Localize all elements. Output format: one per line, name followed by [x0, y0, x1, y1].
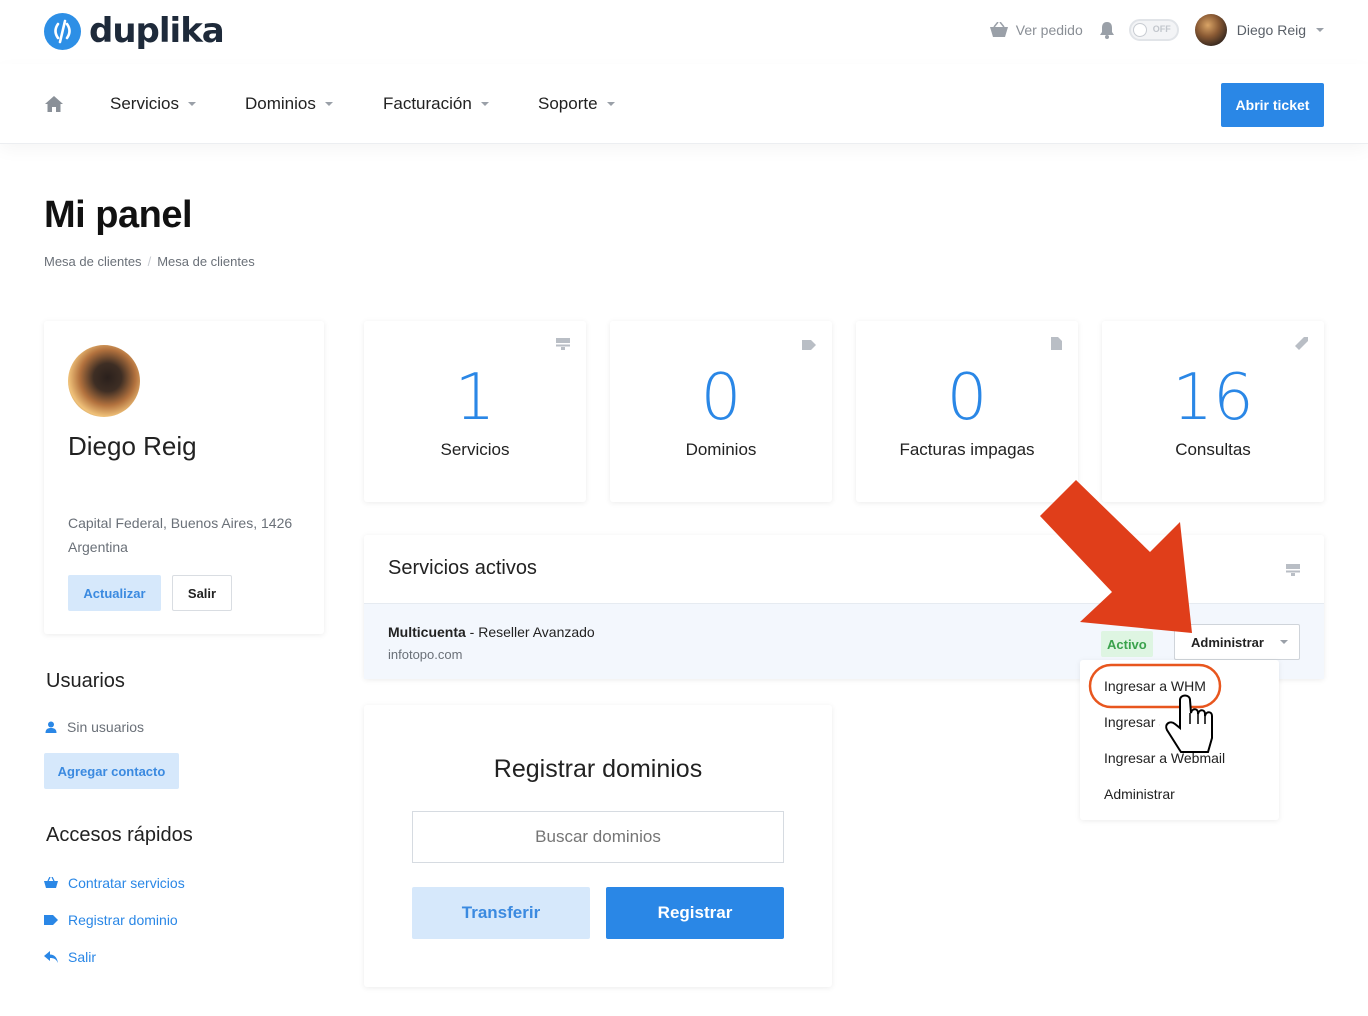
- page-title: Mi panel: [44, 194, 193, 236]
- home-link[interactable]: [44, 95, 64, 118]
- add-contact-button[interactable]: Agregar contacto: [44, 753, 179, 789]
- chevron-down-icon: [480, 102, 489, 106]
- stat-card-servicios[interactable]: 1 Servicios: [364, 321, 586, 502]
- status-badge: Activo: [1101, 631, 1153, 657]
- profile-address: Capital Federal, Buenos Aires, 1426 Arge…: [68, 511, 308, 559]
- users-empty-label: Sin usuarios: [67, 719, 145, 735]
- avatar: [1194, 14, 1227, 46]
- menu-item-whm[interactable]: Ingresar a WHM: [1104, 678, 1206, 694]
- profile-name: Diego Reig: [68, 431, 197, 461]
- address-country: Argentina: [68, 539, 128, 555]
- main-nav: Servicios Dominios Facturación Soporte A…: [0, 64, 1368, 144]
- tag-icon: [44, 915, 58, 925]
- quick-access-heading: Accesos rápidos: [46, 824, 193, 846]
- administrar-dropdown-menu: Ingresar a WHM Ingresar a cPanel Ingresa…: [1080, 660, 1279, 820]
- tag-icon: [802, 337, 816, 355]
- menu-item-webmail[interactable]: Ingresar a Webmail: [1104, 750, 1225, 766]
- brand-logo[interactable]: duplika: [44, 11, 225, 51]
- top-right-controls: Ver pedido OFF Diego Reig: [989, 14, 1324, 46]
- service-name: Multicuenta - Reseller Avanzado: [388, 624, 595, 640]
- service-product: Multicuenta: [388, 624, 466, 640]
- active-services-title: Servicios activos: [388, 557, 537, 579]
- address-line: Capital Federal, Buenos Aires, 1426: [68, 515, 293, 531]
- chevron-down-icon: [1279, 640, 1288, 644]
- toggle-state-label: OFF: [1152, 24, 1171, 34]
- transfer-button[interactable]: Transferir: [412, 887, 590, 939]
- stat-value: 16: [1172, 361, 1254, 435]
- basket-icon: [44, 877, 58, 888]
- chevron-down-icon: [1316, 28, 1324, 32]
- administrar-dropdown-button[interactable]: Administrar: [1174, 624, 1300, 660]
- comment-icon: [1295, 337, 1308, 355]
- user-icon: [45, 721, 57, 733]
- quick-link-label: Salir: [68, 949, 97, 965]
- administrar-label: Administrar: [1191, 634, 1264, 650]
- back-arrow-icon: [44, 951, 58, 963]
- stat-value: 1: [454, 361, 496, 435]
- basket-icon: [989, 22, 1008, 37]
- stat-card-facturas[interactable]: 0 Facturas impagas: [856, 321, 1078, 502]
- register-domains-title: Registrar dominios: [493, 755, 703, 783]
- quick-link-label: Contratar servicios: [68, 875, 185, 891]
- top-bar: duplika Ver pedido OFF Diego Reig: [0, 0, 1368, 64]
- service-plan: - Reseller Avanzado: [465, 624, 595, 640]
- users-empty-row: Sin usuarios: [45, 719, 144, 735]
- menu-item-administrar[interactable]: Administrar: [1104, 786, 1175, 802]
- stat-label: Dominios: [685, 440, 757, 459]
- chevron-down-icon: [324, 102, 333, 106]
- stat-card-consultas[interactable]: 16 Consultas: [1102, 321, 1324, 502]
- bell-icon: [1099, 22, 1114, 39]
- theme-toggle[interactable]: OFF: [1128, 19, 1179, 41]
- stat-label: Servicios: [440, 440, 510, 459]
- quick-link-salir[interactable]: Salir: [44, 949, 96, 965]
- notifications-button[interactable]: [1099, 21, 1115, 39]
- breadcrumb-separator: /: [147, 254, 152, 269]
- nav-servicios-label: Servicios: [110, 94, 179, 113]
- open-ticket-button[interactable]: Abrir ticket: [1221, 83, 1324, 127]
- brand-name: duplika: [89, 11, 225, 51]
- breadcrumb-item-current: Mesa de clientes: [157, 254, 255, 269]
- sun-icon: [1132, 23, 1147, 37]
- chevron-down-icon: [187, 102, 196, 106]
- stat-label: Consultas: [1175, 440, 1251, 459]
- breadcrumb-item[interactable]: Mesa de clientes: [44, 254, 142, 269]
- update-profile-button[interactable]: Actualizar: [68, 575, 161, 611]
- nav-soporte[interactable]: Soporte: [538, 94, 615, 114]
- profile-card: Diego Reig Capital Federal, Buenos Aires…: [44, 321, 324, 634]
- nav-facturacion-label: Facturación: [383, 94, 472, 113]
- user-name: Diego Reig: [1236, 22, 1306, 38]
- stat-card-dominios[interactable]: 0 Dominios: [610, 321, 832, 502]
- users-heading: Usuarios: [46, 670, 125, 692]
- chevron-down-icon: [606, 102, 615, 106]
- logo-mark-icon: [44, 12, 81, 50]
- register-button[interactable]: Registrar: [606, 887, 784, 939]
- nav-soporte-label: Soporte: [538, 94, 598, 113]
- nav-servicios[interactable]: Servicios: [110, 94, 196, 114]
- menu-item-cpanel[interactable]: Ingresar a cPanel: [1104, 714, 1160, 730]
- logout-button[interactable]: Salir: [172, 575, 232, 611]
- stat-value: 0: [946, 361, 988, 435]
- quick-link-label: Registrar dominio: [68, 912, 178, 928]
- stat-value: 0: [700, 361, 742, 435]
- domain-search-input[interactable]: [412, 811, 784, 863]
- server-icon: [556, 337, 570, 355]
- document-icon: [1051, 337, 1062, 355]
- avatar: [68, 345, 140, 417]
- nav-facturacion[interactable]: Facturación: [383, 94, 489, 114]
- server-icon: [1286, 563, 1300, 581]
- home-icon: [45, 96, 63, 112]
- stat-label: Facturas impagas: [899, 440, 1035, 459]
- view-order-label: Ver pedido: [1015, 22, 1083, 38]
- nav-dominios-label: Dominios: [245, 94, 316, 113]
- view-order-link[interactable]: Ver pedido: [989, 22, 1083, 38]
- active-services-panel: Servicios activos Multicuenta - Reseller…: [364, 535, 1324, 679]
- quick-link-contratar[interactable]: Contratar servicios: [44, 875, 185, 891]
- breadcrumb: Mesa de clientes / Mesa de clientes: [44, 254, 255, 269]
- nav-dominios[interactable]: Dominios: [245, 94, 333, 114]
- quick-link-registrar[interactable]: Registrar dominio: [44, 912, 178, 928]
- service-domain: infotopo.com: [388, 647, 463, 662]
- register-domains-panel: Registrar dominios Transferir Registrar: [364, 705, 832, 987]
- user-menu[interactable]: Diego Reig: [1194, 14, 1324, 46]
